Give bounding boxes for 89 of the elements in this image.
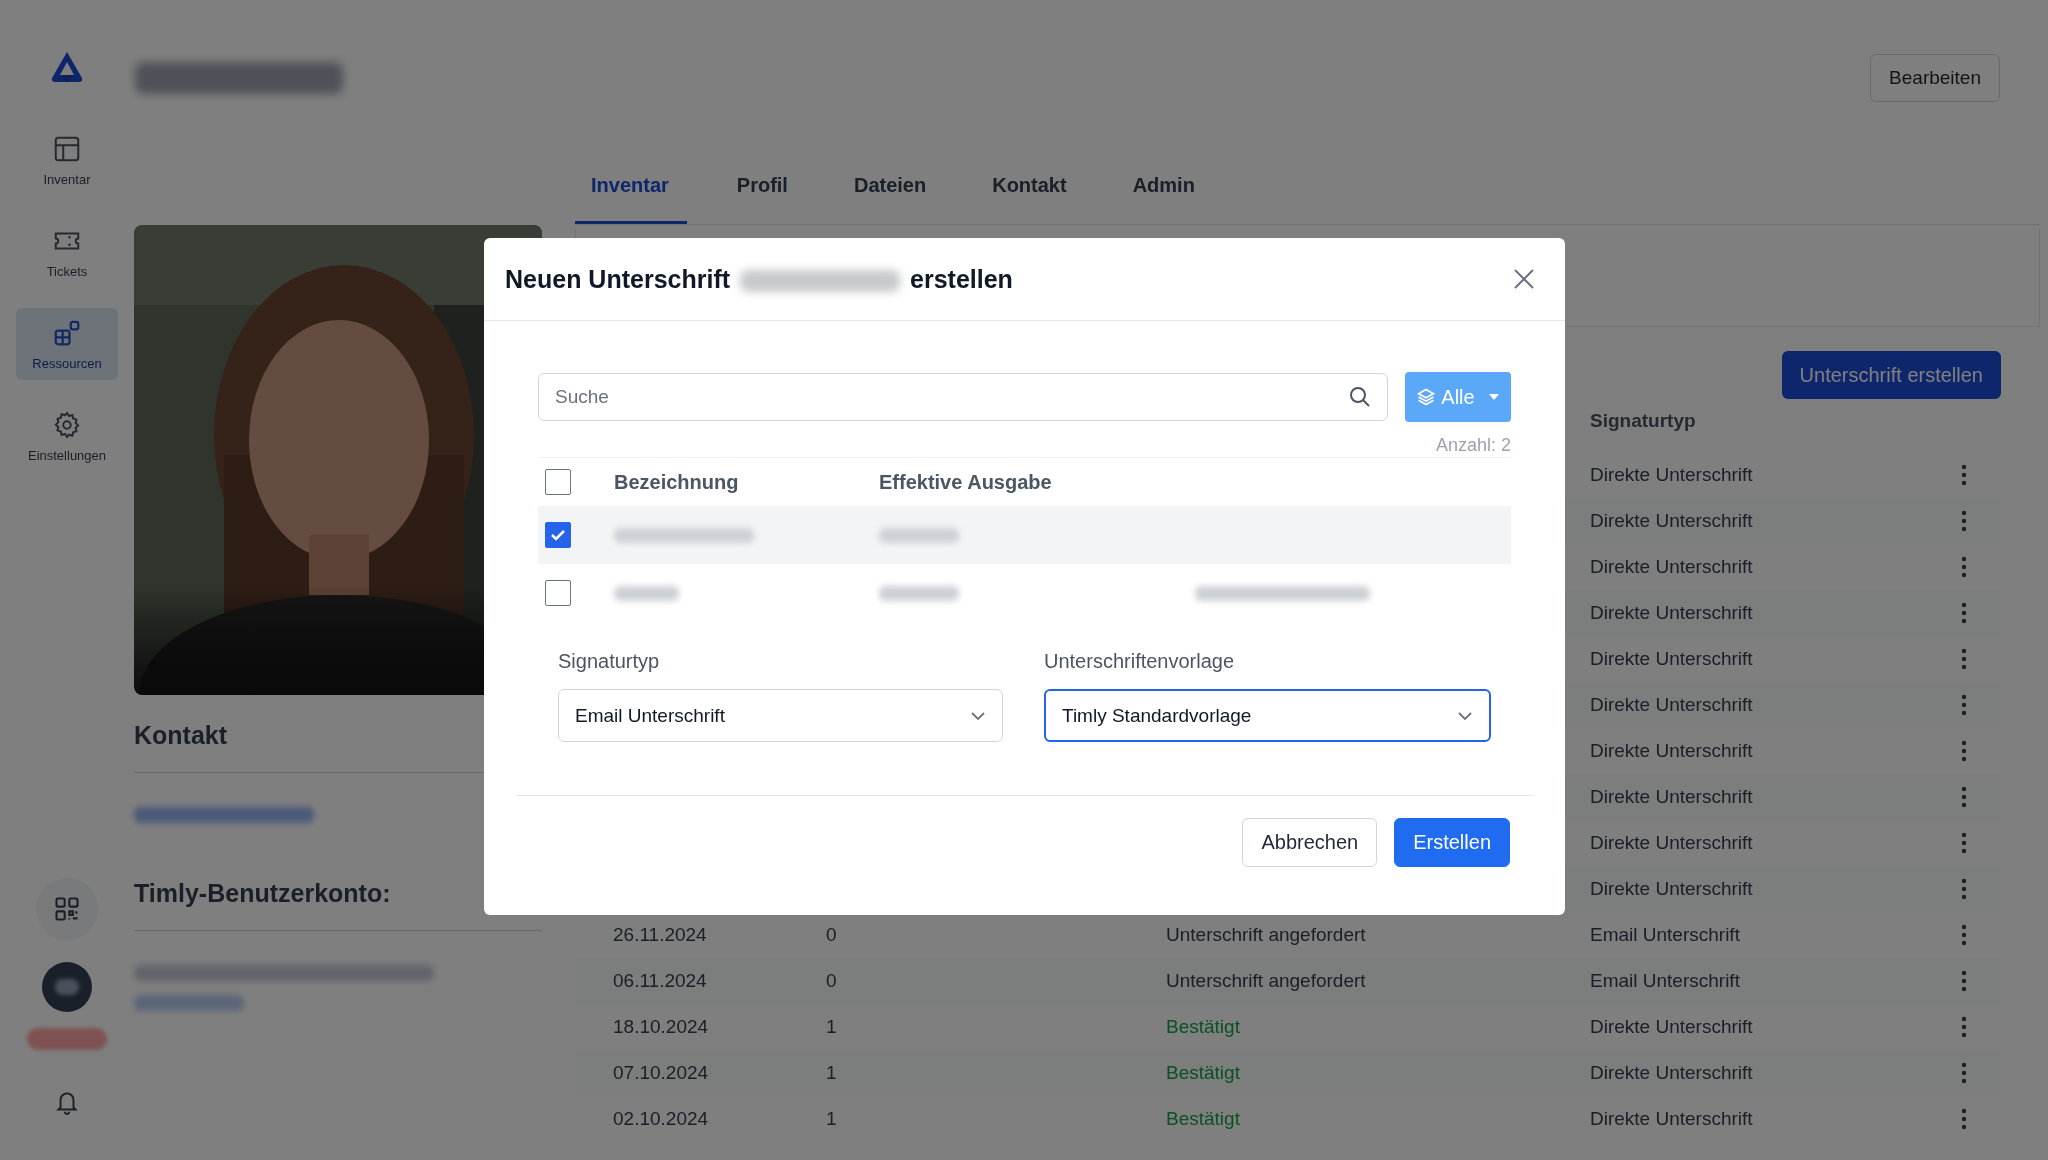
count-cell-text: 0	[826, 924, 838, 946]
nav-item[interactable]: Einstellungen	[16, 400, 118, 472]
more-icon[interactable]	[1961, 1016, 1967, 1038]
checkmark-icon	[550, 529, 566, 541]
signature-type-cell-text: Direkte Unterschrift	[1590, 464, 1754, 486]
select-field[interactable]: Email Unterschrift	[558, 689, 1003, 742]
chevron-down-icon	[970, 710, 986, 721]
more-icon[interactable]	[1961, 1062, 1967, 1084]
signature-type-cell-text: Direkte Unterschrift	[1590, 694, 1754, 716]
create-signature-button[interactable]: Unterschrift erstellen	[1781, 351, 2001, 399]
signature-type-cell-text: Direkte Unterschrift	[1590, 556, 1754, 578]
column-header: Bezeichnung	[614, 470, 740, 494]
search-field[interactable]: Suche	[538, 373, 1388, 421]
status-cell-text: Unterschrift angefordert	[1166, 924, 1367, 946]
signature-type-cell-text: Direkte Unterschrift	[1590, 1108, 1754, 1130]
edit-button[interactable]: Bearbeiten	[1870, 54, 2000, 102]
status-cell-text: Bestätigt	[1166, 1016, 1241, 1038]
close-button[interactable]	[1513, 268, 1535, 290]
tab[interactable]: Admin	[1116, 150, 1211, 224]
date-cell-text: 18.10.2024	[613, 1016, 710, 1038]
more-icon[interactable]	[1961, 740, 1967, 762]
date-cell-text: 06.11.2024	[613, 970, 708, 992]
signature-type-cell-text: Direkte Unterschrift	[1590, 1016, 1754, 1038]
nav-item[interactable]: Ressourcen	[16, 308, 118, 380]
signature-type-cell-text: Direkte Unterschrift	[1590, 878, 1754, 900]
status-cell-text: Bestätigt	[1166, 1108, 1241, 1130]
result-count: Anzahl: 2	[1435, 434, 1511, 457]
field-label: Signaturtyp	[558, 650, 661, 673]
blurred-text	[614, 585, 679, 601]
search-icon	[1348, 385, 1372, 409]
section-heading: Kontakt	[134, 721, 228, 750]
date-cell-text: 07.10.2024	[613, 1062, 710, 1084]
field-label: Unterschriftenvorlage	[1044, 650, 1236, 673]
cancel-button[interactable]: Abbrechen	[1242, 818, 1378, 867]
more-icon[interactable]	[1961, 556, 1967, 578]
more-icon[interactable]	[1961, 510, 1967, 532]
signature-type-cell-text: Direkte Unterschrift	[1590, 786, 1754, 808]
checkbox[interactable]	[545, 580, 571, 606]
qr-code-icon	[53, 895, 81, 923]
more-icon[interactable]	[1961, 786, 1967, 808]
signature-type-cell-text: Direkte Unterschrift	[1590, 740, 1754, 762]
count-cell-text: 1	[826, 1062, 838, 1084]
more-icon[interactable]	[1961, 648, 1967, 670]
nav-item[interactable]: Inventar	[16, 124, 118, 196]
more-icon[interactable]	[1961, 694, 1967, 716]
tab[interactable]: Profil	[720, 150, 804, 224]
more-icon[interactable]	[1961, 970, 1967, 992]
chevron-down-icon	[1457, 710, 1473, 721]
checkbox[interactable]	[545, 469, 571, 495]
date-cell-text: 02.10.2024	[613, 1108, 710, 1130]
layers-icon	[1416, 387, 1437, 407]
gear-icon	[52, 410, 82, 440]
signature-type-cell-text: Direkte Unterschrift	[1590, 648, 1754, 670]
tab[interactable]: Dateien	[837, 150, 943, 224]
close-icon	[1513, 268, 1535, 290]
filter-button[interactable]: Alle	[1405, 372, 1511, 422]
date-cell-text: 26.11.2024	[613, 924, 708, 946]
more-icon[interactable]	[1961, 1108, 1967, 1130]
caret-icon	[1487, 393, 1500, 401]
more-icon[interactable]	[1961, 878, 1967, 900]
column-header: Effektive Ausgabe	[879, 470, 1053, 494]
logo-icon	[49, 50, 85, 84]
avatar[interactable]	[42, 962, 92, 1012]
checkbox[interactable]	[545, 522, 571, 548]
grid-icon	[52, 134, 82, 164]
signature-type-cell-text: Direkte Unterschrift	[1590, 510, 1754, 532]
more-icon[interactable]	[1961, 832, 1967, 854]
more-icon[interactable]	[1961, 602, 1967, 624]
count-cell-text: 1	[826, 1016, 838, 1038]
column-header: Signaturtyp	[1590, 410, 1697, 432]
count-cell-text: 0	[826, 970, 838, 992]
section-heading: Timly-Benutzerkonto:	[134, 879, 391, 908]
select-field[interactable]: Timly Standardvorlage	[1044, 689, 1491, 742]
status-cell-text: Bestätigt	[1166, 1062, 1241, 1084]
create-button[interactable]: Erstellen	[1394, 818, 1510, 867]
more-icon[interactable]	[1961, 464, 1967, 486]
nav-item[interactable]: Tickets	[16, 216, 118, 288]
shapes-icon	[52, 318, 82, 348]
tab[interactable]: Inventar	[575, 150, 687, 224]
tab[interactable]: Kontakt	[976, 150, 1083, 224]
signature-type-cell-text: Direkte Unterschrift	[1590, 832, 1754, 854]
signature-type-cell-text: Direkte Unterschrift	[1590, 602, 1754, 624]
signature-type-cell-text: Email Unterschrift	[1590, 970, 1741, 992]
count-cell-text: 1	[826, 1108, 838, 1130]
signature-type-cell-text: Email Unterschrift	[1590, 924, 1741, 946]
more-icon[interactable]	[1961, 924, 1967, 946]
status-cell-text: Unterschrift angefordert	[1166, 970, 1367, 992]
dialog-title: Neuen Unterschrift erstellen	[505, 264, 1013, 294]
signature-type-cell-text: Direkte Unterschrift	[1590, 1062, 1754, 1084]
